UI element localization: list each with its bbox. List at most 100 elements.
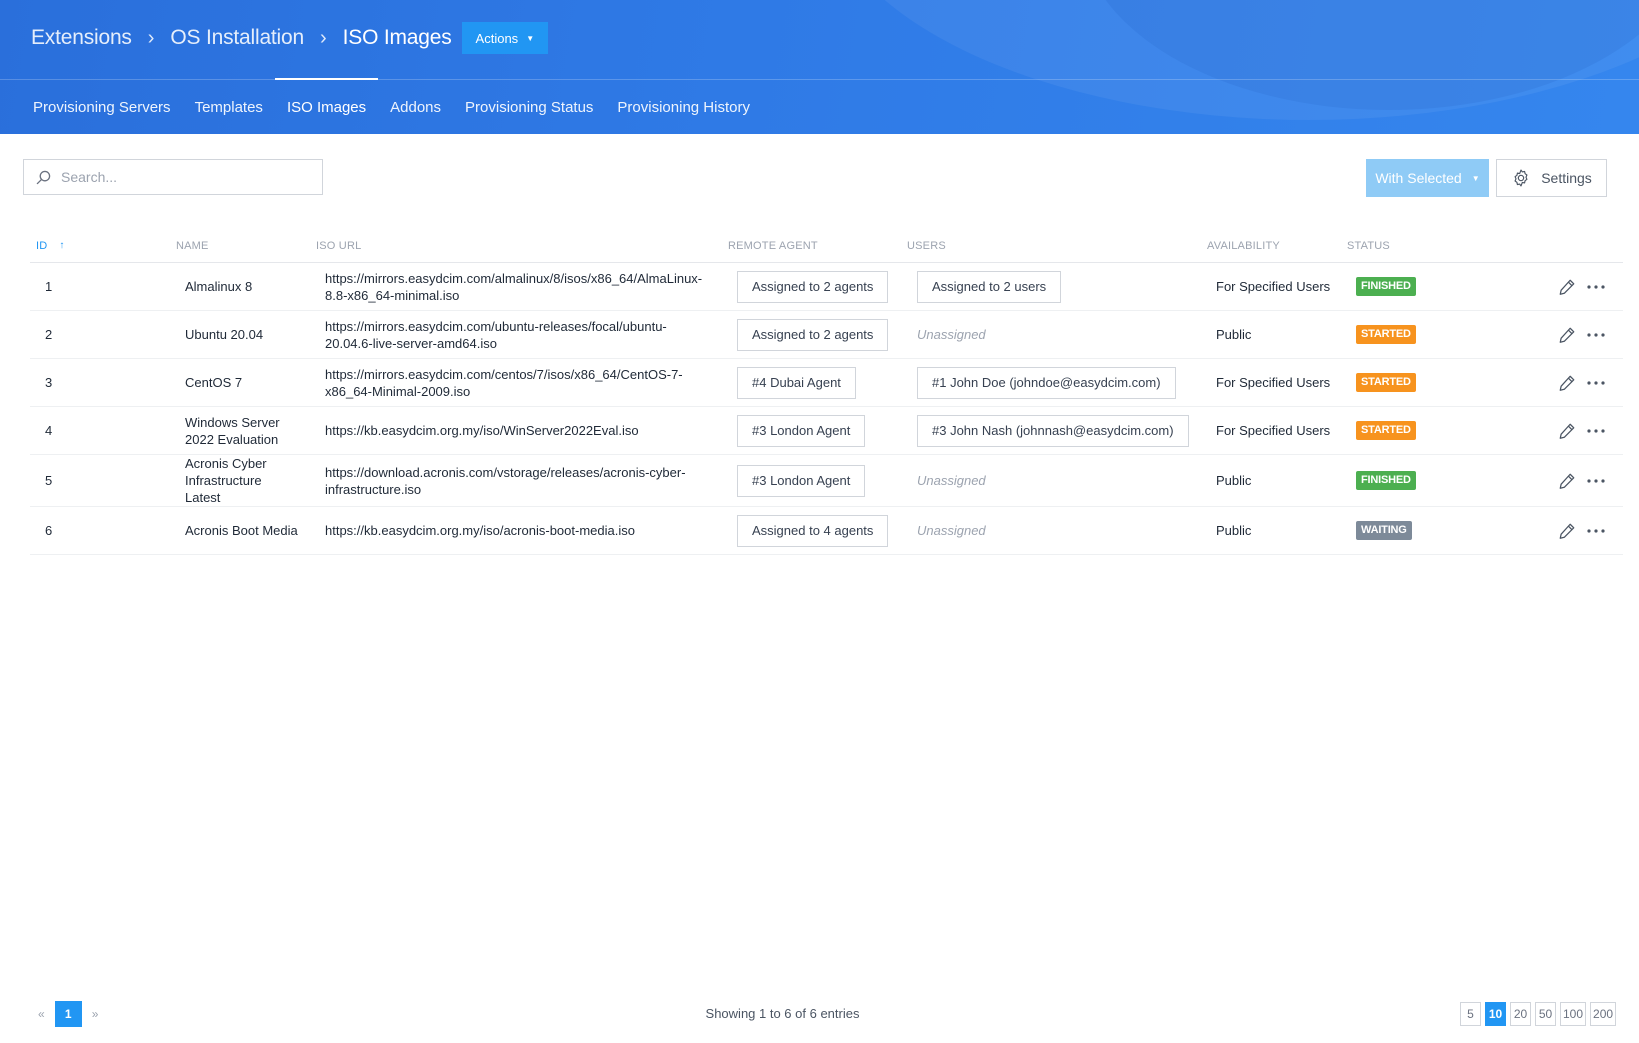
cell-status: STARTED xyxy=(1356,359,1416,406)
cell-name: Almalinux 8 xyxy=(185,263,320,310)
tab-iso-images[interactable]: ISO Images xyxy=(274,78,379,134)
column-label: ID xyxy=(36,239,48,252)
column-header-availability[interactable]: AVAILABILITY xyxy=(1207,228,1280,263)
users-chip[interactable]: #1 John Doe (johndoe@easydcim.com) xyxy=(917,366,1176,399)
pencil-icon[interactable] xyxy=(1558,455,1576,506)
settings-button[interactable]: Settings xyxy=(1496,159,1607,197)
cell-users: Unassigned xyxy=(917,455,986,506)
column-header-status[interactable]: STATUS xyxy=(1347,228,1390,263)
pagination: « 1 » xyxy=(38,1001,98,1027)
chevron-double-left-icon[interactable]: « xyxy=(38,1007,45,1021)
text-line: https://mirrors.easydcim.com/centos/7/is… xyxy=(325,366,683,382)
page-size-100[interactable]: 100 xyxy=(1560,1002,1587,1026)
cell-name: Ubuntu 20.04 xyxy=(185,311,320,358)
cell-name: Windows Server 2022 Evaluation xyxy=(185,407,320,454)
cell-status: WAITING xyxy=(1356,507,1412,554)
page-size-10[interactable]: 10 xyxy=(1485,1002,1506,1026)
users-chip[interactable]: #3 John Nash (johnnash@easydcim.com) xyxy=(917,414,1189,447)
tab-label: Provisioning Status xyxy=(465,98,594,116)
more-horizontal-icon[interactable] xyxy=(1586,455,1606,506)
cell-availability: For Specified Users xyxy=(1216,279,1331,294)
cell-id: 3 xyxy=(45,375,53,390)
page-size-200[interactable]: 200 xyxy=(1590,1002,1617,1026)
cell-remote-agent: Assigned to 2 agents xyxy=(737,311,889,358)
status-badge: STARTED xyxy=(1356,373,1416,392)
status-badge: FINISHED xyxy=(1356,471,1416,490)
status-badge: STARTED xyxy=(1356,325,1416,344)
column-header-name[interactable]: NAME xyxy=(176,228,209,263)
breadcrumb-os-installation[interactable]: OS Installation xyxy=(170,26,304,50)
more-horizontal-icon[interactable] xyxy=(1586,407,1606,454)
table-row[interactable]: 6 Acronis Boot Media https://kb.easydcim.o… xyxy=(30,507,1623,555)
tab-templates[interactable]: Templates xyxy=(183,80,275,134)
remote-agent-chip[interactable]: #3 London Agent xyxy=(737,464,866,497)
pencil-icon[interactable] xyxy=(1558,311,1576,358)
text-lines: https://mirrors.easydcim.com/ubuntu-rele… xyxy=(325,318,667,352)
text-lines: https://mirrors.easydcim.com/centos/7/is… xyxy=(325,366,683,400)
cell-name: Acronis Cyber Infrastructure Latest xyxy=(185,455,320,506)
text-lines: CentOS 7 xyxy=(185,374,242,391)
users-chip[interactable]: Assigned to 2 users xyxy=(917,270,1062,303)
actions-button[interactable]: Actions ▼ xyxy=(461,22,549,54)
cell-users: Unassigned xyxy=(917,311,986,358)
column-label: AVAILABILITY xyxy=(1207,239,1280,252)
with-selected-label: With Selected xyxy=(1375,170,1462,186)
text-lines: Almalinux 8 xyxy=(185,278,252,295)
text-lines: Acronis Cyber Infrastructure Latest xyxy=(185,455,267,506)
breadcrumb-extensions[interactable]: Extensions xyxy=(31,26,132,50)
remote-agent-chip[interactable]: #3 London Agent xyxy=(737,414,866,447)
cell-users: Assigned to 2 users xyxy=(917,263,1062,310)
cell-status: STARTED xyxy=(1356,311,1416,358)
breadcrumb: Extensions › OS Installation › ISO Image… xyxy=(31,22,549,54)
column-header-users[interactable]: USERS xyxy=(907,228,946,263)
remote-agent-chip[interactable]: Assigned to 4 agents xyxy=(737,514,889,547)
cell-status: STARTED xyxy=(1356,407,1416,454)
cell-iso-url: https://mirrors.easydcim.com/ubuntu-rele… xyxy=(325,311,725,358)
page-size-5[interactable]: 5 xyxy=(1460,1002,1481,1026)
table-row[interactable]: 5 Acronis Cyber Infrastructure Latest https:… xyxy=(30,455,1623,507)
app-header: Extensions › OS Installation › ISO Image… xyxy=(0,0,1639,134)
column-header-remote-agent[interactable]: REMOTE AGENT xyxy=(728,228,818,263)
caret-down-icon: ▼ xyxy=(526,33,535,43)
tab-addons[interactable]: Addons xyxy=(378,80,453,134)
text-lines: Acronis Boot Media xyxy=(185,522,298,539)
pencil-icon[interactable] xyxy=(1558,507,1576,554)
cell-users: Unassigned xyxy=(917,507,986,554)
table-row[interactable]: 1 Almalinux 8 https://mirrors.easydcim.com… xyxy=(30,263,1623,311)
remote-agent-chip[interactable]: Assigned to 2 agents xyxy=(737,318,889,351)
more-horizontal-icon[interactable] xyxy=(1586,263,1606,310)
text-line: https://mirrors.easydcim.com/almalinux/8… xyxy=(325,270,703,286)
with-selected-button[interactable]: With Selected ▼ xyxy=(1366,159,1489,197)
pencil-icon[interactable] xyxy=(1558,263,1576,310)
column-header-id[interactable]: ID ↑ xyxy=(36,228,65,263)
users-unassigned: Unassigned xyxy=(917,327,986,342)
pencil-icon[interactable] xyxy=(1558,407,1576,454)
text-line: https://download.acronis.com/vstorage/re… xyxy=(325,464,686,480)
chevron-double-right-icon[interactable]: » xyxy=(92,1007,99,1021)
cell-availability: Public xyxy=(1216,473,1252,488)
page-size-50[interactable]: 50 xyxy=(1535,1002,1556,1026)
pencil-icon[interactable] xyxy=(1558,359,1576,406)
remote-agent-chip[interactable]: #4 Dubai Agent xyxy=(737,366,856,399)
remote-agent-chip[interactable]: Assigned to 2 agents xyxy=(737,270,889,303)
tab-label: ISO Images xyxy=(286,98,367,116)
search-input[interactable] xyxy=(61,169,301,185)
table-row[interactable]: 3 CentOS 7 https://mirrors.easydcim.com/ce… xyxy=(30,359,1623,407)
cell-availability: Public xyxy=(1216,523,1252,538)
tab-provisioning-history[interactable]: Provisioning History xyxy=(605,80,762,134)
cell-id: 2 xyxy=(45,327,53,342)
cell-remote-agent: Assigned to 2 agents xyxy=(737,263,889,310)
tab-provisioning-servers[interactable]: Provisioning Servers xyxy=(21,80,183,134)
cell-id: 5 xyxy=(45,473,53,488)
column-header-iso-url[interactable]: ISO URL xyxy=(316,228,361,263)
table-row[interactable]: 2 Ubuntu 20.04 https://mirrors.easydcim.co… xyxy=(30,311,1623,359)
text-line: CentOS 7 xyxy=(185,375,243,390)
tab-provisioning-status[interactable]: Provisioning Status xyxy=(453,80,605,134)
more-horizontal-icon[interactable] xyxy=(1586,359,1606,406)
more-horizontal-icon[interactable] xyxy=(1586,311,1606,358)
text-line: Acronis Boot Media xyxy=(185,523,298,538)
page-button[interactable]: 1 xyxy=(54,1001,82,1027)
more-horizontal-icon[interactable] xyxy=(1586,507,1606,554)
page-size-20[interactable]: 20 xyxy=(1510,1002,1531,1026)
table-row[interactable]: 4 Windows Server 2022 Evaluation https://kb… xyxy=(30,407,1623,455)
